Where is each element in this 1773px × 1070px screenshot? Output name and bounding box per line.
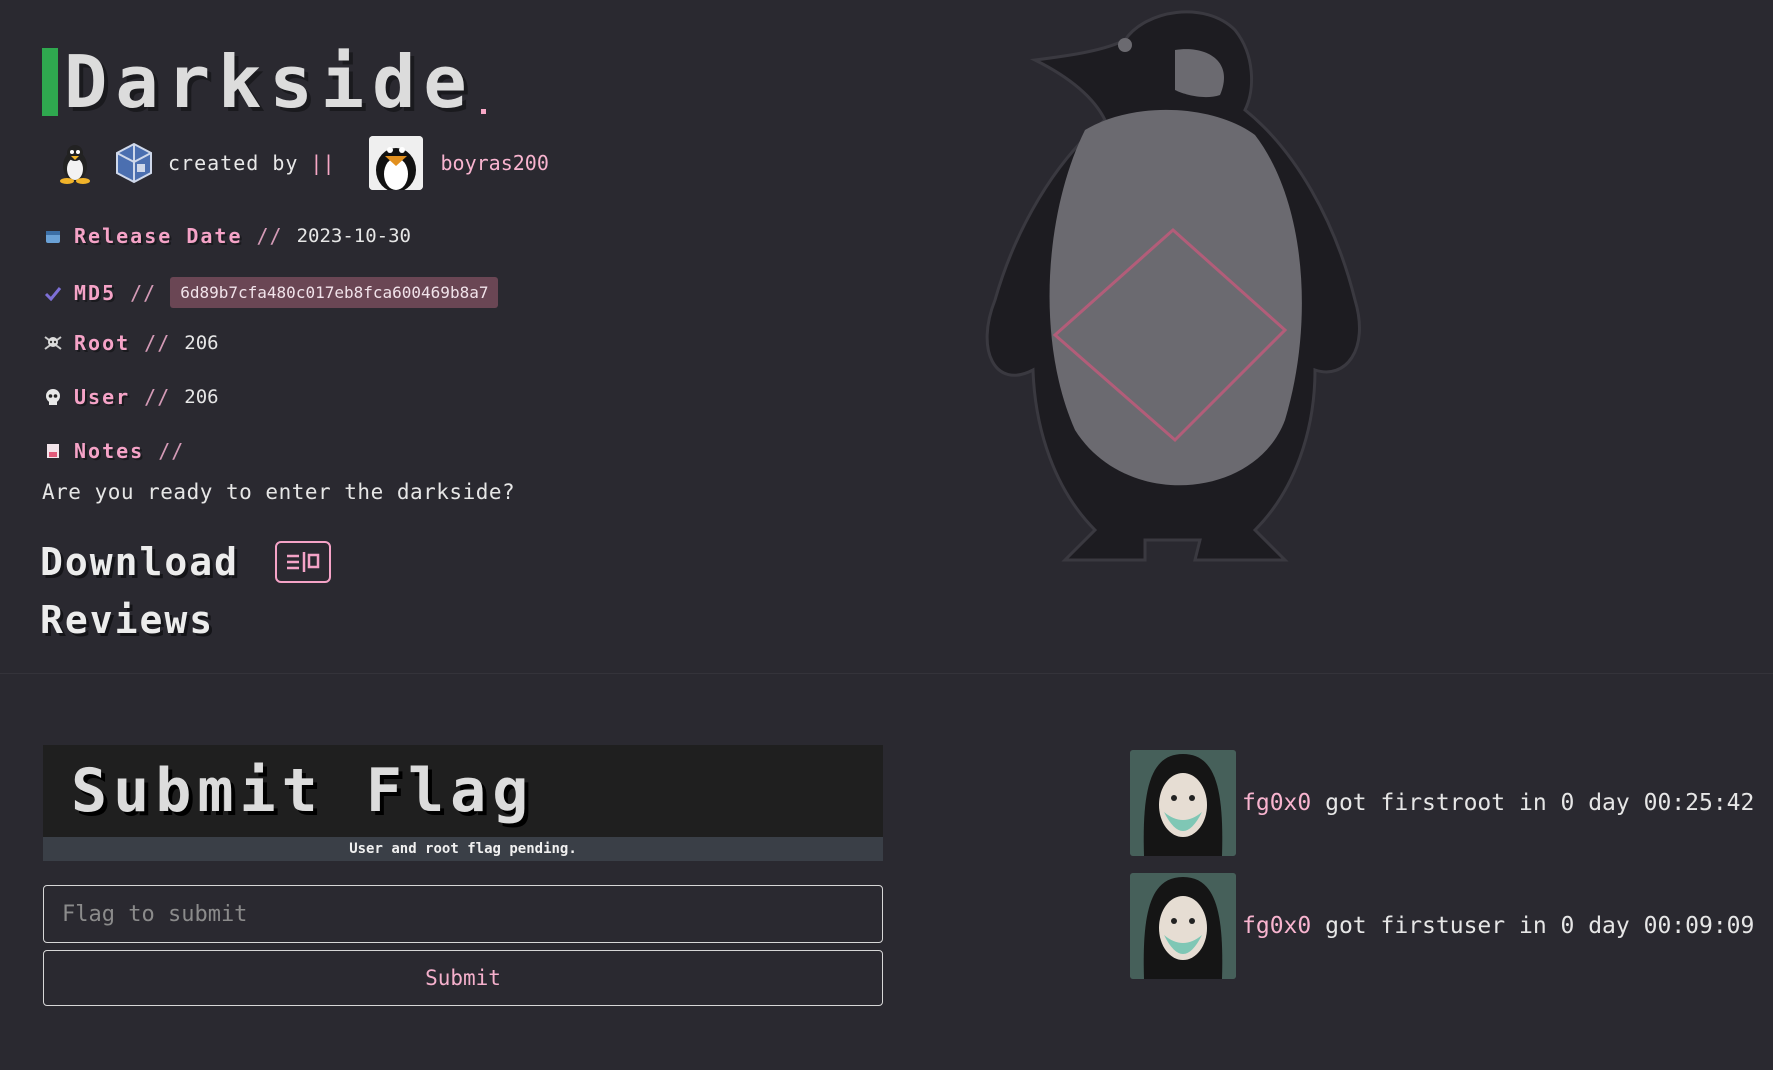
notes-separator: // xyxy=(158,439,185,463)
submit-flag-button[interactable]: Submit xyxy=(43,950,883,1006)
skull-crossbones-icon xyxy=(42,332,64,354)
activity-item: fg0x0 got firstroot in 0 day 00:25:42 xyxy=(1130,750,1754,856)
release-date-row: Release Date // 2023-10-30 xyxy=(42,224,411,248)
flag-input[interactable] xyxy=(43,885,883,943)
creator-row: created by || boyras200 xyxy=(54,135,549,191)
virtualbox-icon xyxy=(114,142,154,184)
user-row: User // 206 xyxy=(42,385,219,409)
tux-linux-icon xyxy=(54,142,96,184)
user-value: 206 xyxy=(184,386,219,408)
root-separator: // xyxy=(144,331,171,355)
skull-icon xyxy=(42,386,64,408)
user-separator: // xyxy=(144,385,171,409)
title-accent-bar xyxy=(42,48,58,116)
submit-flag-panel: Submit Flag User and root flag pending. … xyxy=(43,745,883,1006)
submit-flag-title: Submit Flag xyxy=(71,756,535,826)
calendar-icon xyxy=(42,225,64,247)
penguin-artwork xyxy=(985,10,1361,562)
activity-item: fg0x0 got firstuser in 0 day 00:09:09 xyxy=(1130,873,1754,979)
activity-avatar[interactable] xyxy=(1130,750,1236,856)
download-link[interactable]: Download xyxy=(40,540,239,584)
md5-separator: // xyxy=(130,280,157,305)
activity-text: fg0x0 got firstroot in 0 day 00:25:42 xyxy=(1242,790,1754,816)
user-label: User xyxy=(74,385,131,409)
submit-flag-header: Submit Flag xyxy=(43,745,883,837)
creator-separator: || xyxy=(310,151,335,175)
flag-panel-gap xyxy=(43,861,883,885)
notes-row: Notes // xyxy=(42,439,198,463)
created-by-label: created by xyxy=(168,151,299,175)
activity-avatar[interactable] xyxy=(1130,873,1236,979)
release-separator: // xyxy=(256,224,283,248)
activity-message: got firstroot in 0 day 00:25:42 xyxy=(1325,790,1755,816)
activity-user[interactable]: fg0x0 xyxy=(1242,913,1311,939)
download-icon[interactable] xyxy=(275,541,332,583)
root-value: 206 xyxy=(184,332,219,354)
md5-value: 6d89b7cfa480c017eb8fca600469b8a7 xyxy=(170,277,499,308)
reviews-link[interactable]: Reviews xyxy=(40,598,214,642)
activity-feed: fg0x0 got firstroot in 0 day 00:25:42 fg… xyxy=(1130,750,1754,996)
machine-title-wrap: Darkside xyxy=(42,40,486,124)
md5-label: MD5 xyxy=(74,280,117,305)
notes-text: Are you ready to enter the darkside? xyxy=(42,480,516,504)
notes-label: Notes xyxy=(74,439,145,463)
release-date-value: 2023-10-30 xyxy=(296,225,411,247)
checkmark-icon xyxy=(42,282,64,304)
activity-message: got firstuser in 0 day 00:09:09 xyxy=(1325,913,1755,939)
machine-title: Darkside xyxy=(64,40,475,124)
activity-text: fg0x0 got firstuser in 0 day 00:09:09 xyxy=(1242,913,1754,939)
title-cursor-dot xyxy=(480,109,486,114)
release-date-label: Release Date xyxy=(74,224,243,248)
note-icon xyxy=(42,440,64,462)
creator-avatar[interactable] xyxy=(368,136,423,190)
download-row: Download xyxy=(40,540,332,584)
flag-status-text: User and root flag pending. xyxy=(43,837,883,861)
activity-user[interactable]: fg0x0 xyxy=(1242,790,1311,816)
creator-name-link[interactable]: boyras200 xyxy=(441,151,549,175)
root-row: Root // 206 xyxy=(42,331,219,355)
root-label: Root xyxy=(74,331,131,355)
section-divider xyxy=(0,673,1773,674)
md5-row: MD5 // 6d89b7cfa480c017eb8fca600469b8a7 xyxy=(42,277,499,308)
